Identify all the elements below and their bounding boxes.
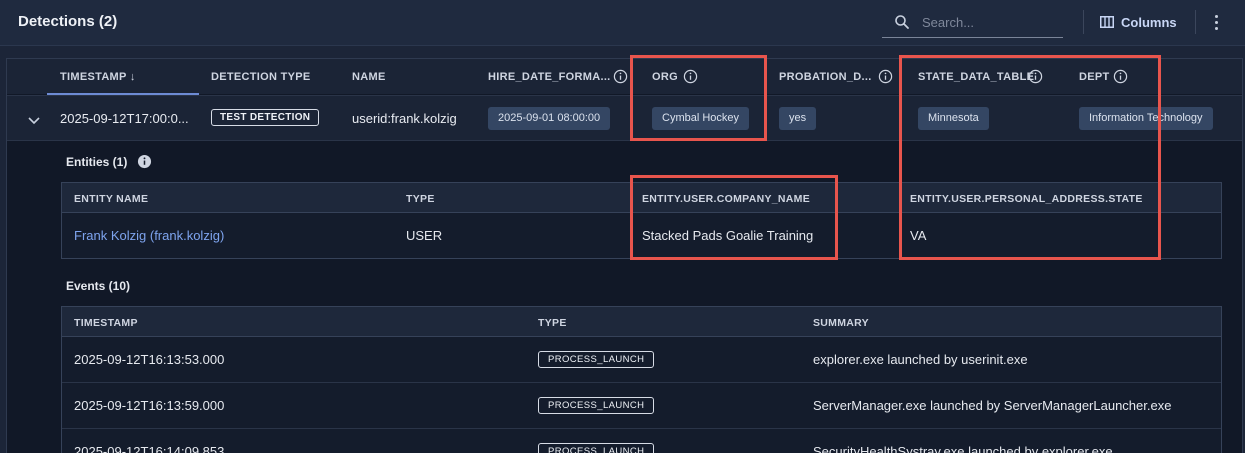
page-title: Detections (2)	[18, 13, 118, 30]
col-org[interactable]: ORG	[652, 71, 678, 83]
event-summary: explorer.exe launched by userinit.exe	[813, 352, 1028, 367]
event-timestamp: 2025-09-12T16:14:09.853	[74, 444, 225, 453]
detection-type-badge: TEST DETECTION	[211, 109, 320, 126]
entities-title: Entities (1)	[66, 154, 128, 169]
col-company-name[interactable]: ENTITY.USER.COMPANY_NAME	[642, 193, 810, 205]
columns-icon	[1100, 16, 1114, 28]
col-name[interactable]: NAME	[352, 71, 386, 83]
entities-table: ENTITY NAME TYPE ENTITY.USER.COMPANY_NAM…	[61, 182, 1222, 259]
entity-type: USER	[406, 228, 443, 243]
event-type-badge: PROCESS_LAUNCH	[538, 351, 655, 368]
event-row[interactable]: 2025-09-12T16:14:09.853 PROCESS_LAUNCH S…	[62, 429, 1221, 453]
search-icon	[895, 15, 909, 29]
events-table-header: TIMESTAMP TYPE SUMMARY	[62, 307, 1221, 337]
dept-chip: Information Technology	[1079, 107, 1213, 130]
col-timestamp[interactable]: TIMESTAMP ↓	[60, 71, 136, 83]
search-input[interactable]	[922, 12, 1052, 32]
col-entity-name[interactable]: ENTITY NAME	[74, 193, 148, 205]
events-table: TIMESTAMP TYPE SUMMARY 2025-09-12T16:13:…	[61, 306, 1222, 453]
col-event-timestamp[interactable]: TIMESTAMP	[74, 317, 138, 329]
info-icon[interactable]	[613, 69, 628, 84]
entity-row: Frank Kolzig (frank.kolzig) USER Stacked…	[62, 213, 1221, 259]
col-detection-type[interactable]: DETECTION TYPE	[211, 71, 311, 83]
search-box[interactable]	[882, 8, 1063, 38]
entity-name-link[interactable]: Frank Kolzig (frank.kolzig)	[74, 228, 224, 243]
org-chip: Cymbal Hockey	[652, 107, 750, 130]
more-options-icon[interactable]	[1208, 11, 1224, 33]
col-event-type[interactable]: TYPE	[538, 317, 567, 329]
entity-address-state: VA	[910, 228, 927, 243]
col-entity-type[interactable]: TYPE	[406, 193, 435, 205]
probation-chip: yes	[779, 107, 817, 130]
divider	[1083, 10, 1084, 34]
entity-company-name: Stacked Pads Goalie Training	[642, 228, 814, 243]
info-icon[interactable]	[1113, 69, 1128, 84]
info-icon[interactable]	[137, 154, 152, 169]
event-type-badge: PROCESS_LAUNCH	[538, 397, 655, 414]
chevron-down-icon[interactable]	[27, 113, 41, 127]
state-chip: Minnesota	[918, 107, 989, 130]
entities-table-header: ENTITY NAME TYPE ENTITY.USER.COMPANY_NAM…	[62, 183, 1221, 213]
col-state-data-table[interactable]: STATE_DATA_TABLE	[918, 71, 1034, 83]
event-summary: ServerManager.exe launched by ServerMana…	[813, 398, 1172, 413]
detection-timestamp: 2025-09-12T17:00:0...	[60, 111, 189, 126]
event-type-badge: PROCESS_LAUNCH	[538, 443, 655, 453]
col-event-summary[interactable]: SUMMARY	[813, 317, 869, 329]
info-icon[interactable]	[1028, 69, 1043, 84]
table-header: TIMESTAMP ↓ DETECTION TYPE NAME HIRE_DAT…	[7, 59, 1242, 95]
detections-table: TIMESTAMP ↓ DETECTION TYPE NAME HIRE_DAT…	[6, 58, 1243, 453]
events-title: Events (10)	[66, 279, 131, 293]
columns-label: Columns	[1121, 14, 1177, 30]
info-icon[interactable]	[878, 69, 893, 84]
event-row[interactable]: 2025-09-12T16:13:59.000 PROCESS_LAUNCH S…	[62, 383, 1221, 429]
col-probation[interactable]: PROBATION_D...	[779, 71, 872, 83]
event-timestamp: 2025-09-12T16:13:53.000	[74, 352, 225, 367]
top-bar: Detections (2) Columns	[0, 0, 1245, 46]
col-hire-date[interactable]: HIRE_DATE_FORMA...	[488, 71, 611, 83]
events-heading: Events (10)	[66, 279, 130, 293]
info-icon[interactable]	[683, 69, 698, 84]
event-timestamp: 2025-09-12T16:13:59.000	[74, 398, 225, 413]
detection-row[interactable]: 2025-09-12T17:00:0... TEST DETECTION use…	[7, 95, 1242, 141]
hire-date-chip: 2025-09-01 08:00:00	[488, 107, 611, 130]
divider	[1195, 10, 1196, 34]
col-personal-address-state[interactable]: ENTITY.USER.PERSONAL_ADDRESS.STATE	[910, 193, 1143, 205]
col-dept[interactable]: DEPT	[1079, 71, 1110, 83]
entities-heading: Entities (1)	[66, 154, 152, 169]
event-row[interactable]: 2025-09-12T16:13:53.000 PROCESS_LAUNCH e…	[62, 337, 1221, 383]
columns-button[interactable]: Columns	[1100, 11, 1177, 33]
event-summary: SecurityHealthSystray.exe launched by ex…	[813, 444, 1113, 453]
detection-name: userid:frank.kolzig	[352, 111, 457, 126]
